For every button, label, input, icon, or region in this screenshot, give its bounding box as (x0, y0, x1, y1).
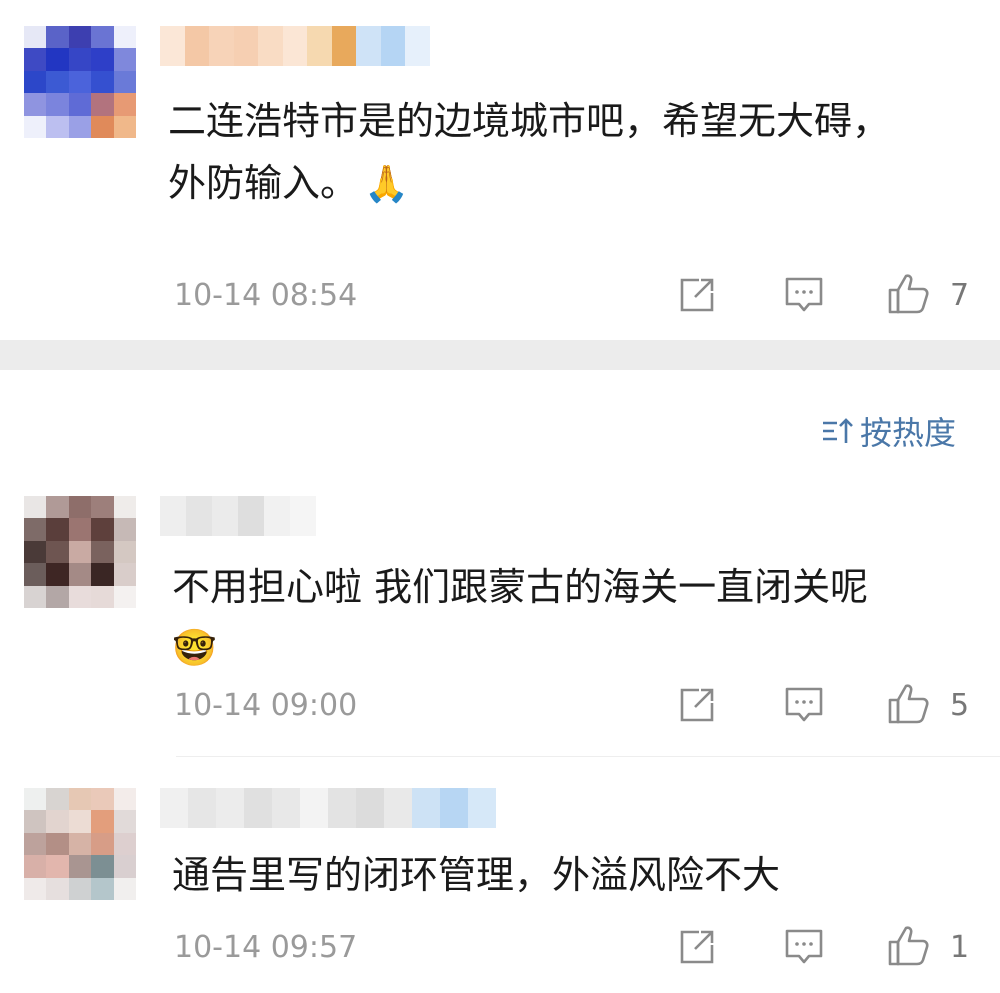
comment-time: 10-14 09:57 (174, 930, 358, 965)
sort-icon (823, 418, 853, 443)
comment-text-line: 二连浩特市是的边境城市吧，希望无大碍， (168, 99, 891, 143)
comment-text-line: 不用担心啦 我们跟蒙古的海关一直闭关呢 (172, 565, 869, 609)
section-divider (0, 340, 1000, 370)
sort-by-heat-button[interactable]: 按热度 (820, 408, 956, 454)
share-button[interactable] (676, 274, 718, 316)
like-button[interactable] (886, 922, 932, 968)
comment-text-line: 通告里写的闭环管理，外溢风险不大 (172, 853, 781, 897)
username-blurred[interactable] (160, 26, 430, 66)
share-icon (680, 278, 714, 312)
comment-item: 二连浩特市是的边境城市吧，希望无大碍， 外防输入。 🙏 10-14 08:54 7 (0, 0, 1000, 340)
username-blurred[interactable] (160, 788, 496, 828)
avatar[interactable] (24, 788, 136, 900)
avatar[interactable] (24, 496, 136, 608)
share-button[interactable] (676, 684, 718, 726)
comment-separator (176, 756, 1000, 757)
comment-time: 10-14 09:00 (174, 688, 358, 723)
thumbs-up-icon (888, 926, 929, 966)
comment-icon (785, 277, 823, 312)
nerd-emoji: 🤓 (172, 628, 217, 669)
username-blurred[interactable] (160, 496, 316, 536)
comment-text: 二连浩特市是的边境城市吧，希望无大碍， 外防输入。 🙏 (168, 90, 968, 216)
comment-text: 通告里写的闭环管理，外溢风险不大 (172, 844, 972, 906)
share-icon (680, 930, 714, 964)
like-button[interactable] (886, 270, 932, 316)
comment-item: 不用担心啦 我们跟蒙古的海关一直闭关呢 🤓 10-14 09:00 5 (0, 480, 1000, 750)
thumbs-up-icon (888, 684, 929, 724)
avatar[interactable] (24, 26, 136, 138)
comment-time: 10-14 08:54 (174, 278, 358, 313)
comment-text: 不用担心啦 我们跟蒙古的海关一直闭关呢 🤓 (172, 556, 972, 680)
share-button[interactable] (676, 926, 718, 968)
reply-button[interactable] (782, 926, 826, 968)
like-count: 7 (950, 278, 970, 313)
thumbs-up-icon (888, 274, 929, 314)
comment-icon (785, 687, 823, 722)
like-count: 5 (950, 688, 970, 723)
reply-button[interactable] (782, 684, 826, 726)
comment-item: 通告里写的闭环管理，外溢风险不大 10-14 09:57 1 (0, 770, 1000, 993)
share-icon (680, 688, 714, 722)
like-button[interactable] (886, 680, 932, 726)
comment-text-segment: 外防输入。 (168, 161, 359, 205)
like-count: 1 (950, 930, 970, 965)
comment-icon (785, 929, 823, 964)
reply-button[interactable] (782, 274, 826, 316)
comment-text-line: 外防输入。 🙏 (168, 152, 968, 216)
pray-emoji: 🙏 (364, 164, 409, 205)
sort-label: 按热度 (860, 414, 957, 452)
